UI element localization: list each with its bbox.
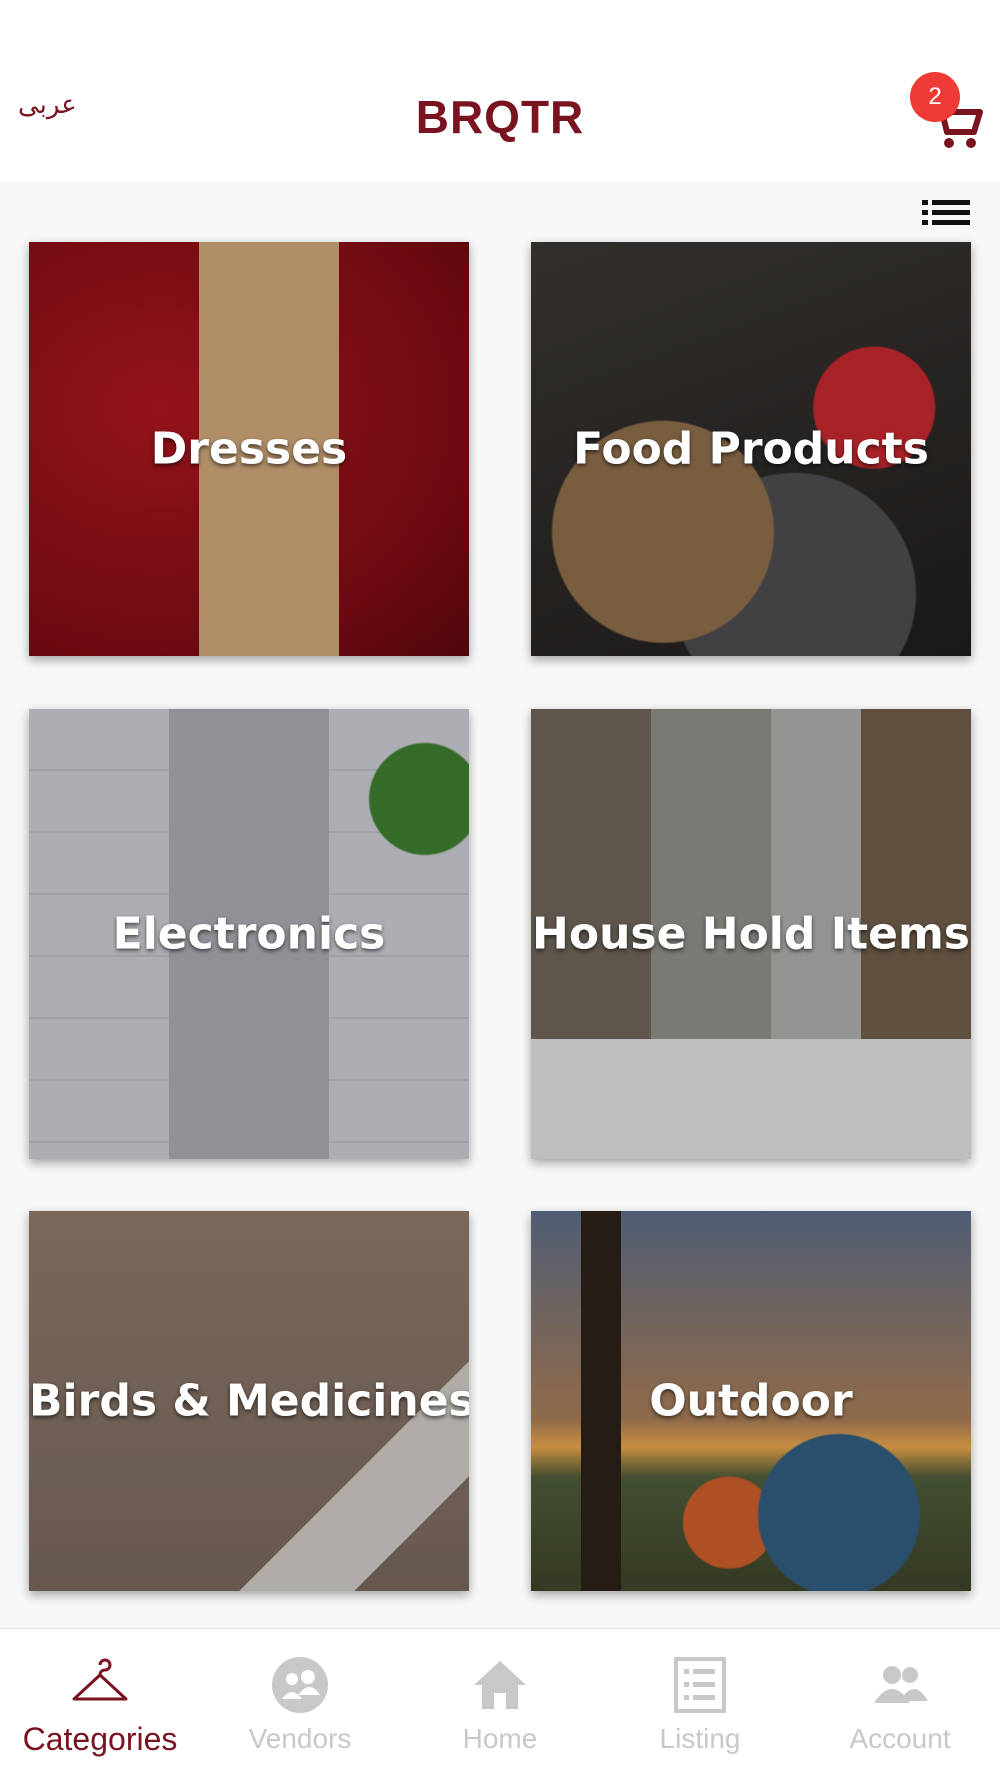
bottom-tab-bar: Categories Vendors Home Listing Account [0,1628,1000,1779]
category-tile-dresses[interactable]: Dresses [29,242,469,656]
tab-label: Vendors [248,1723,352,1754]
category-label: Outdoor [649,1375,853,1427]
hanger-icon [72,1658,128,1701]
tab-vendors[interactable]: Vendors [200,1629,400,1779]
vendors-icon [272,1657,328,1713]
tab-home[interactable]: Home [400,1629,600,1779]
category-tile-outdoor[interactable]: Outdoor [531,1211,971,1591]
category-tile-food-products[interactable]: Food Products [531,242,971,656]
account-icon [874,1666,928,1703]
tab-account[interactable]: Account [800,1629,1000,1779]
app-title: BRQTR [415,91,585,143]
category-label: Dresses [150,423,348,475]
tab-label: Home [462,1723,538,1754]
category-label: House Hold Items [532,908,970,960]
home-icon [474,1661,526,1709]
listing-icon [674,1657,726,1713]
category-tile-household-items[interactable]: House Hold Items [531,709,971,1159]
app-header: عربى BRQTR 2 [0,0,1000,182]
category-label: Birds & Medicines [29,1375,469,1427]
tab-label: Categories [22,1721,178,1757]
tab-label: Account [849,1723,951,1754]
tab-categories[interactable]: Categories [0,1629,200,1779]
category-label: Food Products [573,423,929,475]
category-tile-birds-medicines[interactable]: Birds & Medicines [29,1211,469,1591]
list-view-icon[interactable] [922,198,972,228]
cart-count-badge: 2 [910,72,960,122]
category-tile-electronics[interactable]: Electronics [29,709,469,1159]
tab-listing[interactable]: Listing [600,1629,800,1779]
category-label: Electronics [112,908,386,960]
tab-label: Listing [659,1723,741,1754]
